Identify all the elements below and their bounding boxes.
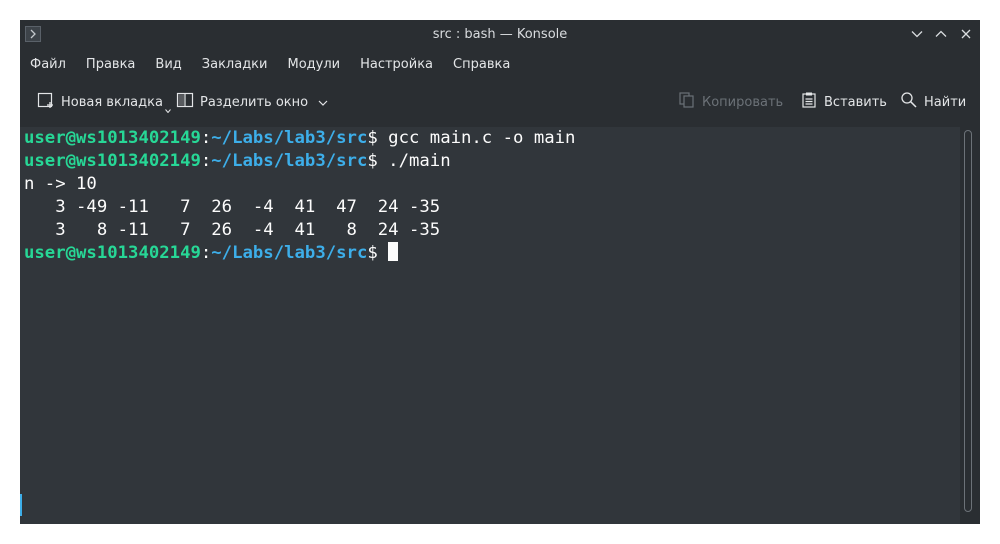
copy-label: Копировать (702, 94, 784, 110)
paste-icon (800, 91, 818, 113)
menu-view[interactable]: Вид (145, 57, 191, 72)
prompt-line: user@ws1013402149:~/Labs/lab3/src$ ./mai… (24, 150, 451, 173)
menu-file[interactable]: Файл (20, 57, 76, 72)
chevron-down-icon (318, 95, 328, 110)
menu-bar: Файл Правка Вид Закладки Модули Настройк… (20, 52, 980, 76)
find-label: Найти (924, 94, 967, 110)
prompt-separator: : (200, 151, 212, 171)
text-cursor (388, 242, 399, 261)
scrollbar-thumb[interactable] (964, 130, 972, 512)
scrollbar[interactable] (960, 127, 980, 524)
prompt-symbol: $ (367, 151, 389, 171)
title-bar: src : bash — Konsole (20, 20, 980, 48)
minimize-icon[interactable] (909, 26, 925, 42)
output-line: 3 8 -11 7 26 -4 41 8 24 -35 (24, 220, 441, 240)
paste-label: Вставить (824, 94, 887, 110)
prompt-user: user@ws1013402149 (24, 128, 201, 148)
prompt-symbol: $ (367, 128, 389, 148)
new-tab-button[interactable]: Новая вкладка (37, 86, 175, 118)
konsole-window: src : bash — Konsole Файл Правка Вид Зак… (20, 20, 980, 524)
menu-edit[interactable]: Правка (76, 57, 145, 72)
menu-plugins[interactable]: Модули (277, 57, 350, 72)
command-text: ./main (388, 151, 451, 171)
prompt-line: user@ws1013402149:~/Labs/lab3/src$ (24, 242, 399, 265)
close-icon[interactable] (958, 26, 974, 42)
maximize-icon[interactable] (933, 26, 949, 42)
command-text: gcc main.c -o main (388, 128, 576, 148)
prompt-path: ~/Labs/lab3/src (211, 243, 368, 263)
split-view-button[interactable]: Разделить окно (176, 86, 328, 118)
paste-button[interactable]: Вставить (800, 86, 887, 118)
output-line: 3 -49 -11 7 26 -4 41 47 24 -35 (24, 197, 441, 217)
menu-help[interactable]: Справка (443, 57, 520, 72)
prompt-path: ~/Labs/lab3/src (211, 128, 368, 148)
search-icon (900, 91, 918, 113)
copy-icon (678, 91, 696, 113)
menu-bookmarks[interactable]: Закладки (192, 57, 278, 72)
split-view-icon (176, 91, 194, 113)
prompt-user: user@ws1013402149 (24, 243, 201, 263)
new-tab-label: Новая вкладка (61, 94, 163, 110)
prompt-user: user@ws1013402149 (24, 151, 201, 171)
output-line: n -> 10 (24, 174, 97, 194)
toolbar: Новая вкладка Разделить окно Копировать (20, 86, 980, 118)
new-tab-icon (37, 91, 55, 113)
split-view-label: Разделить окно (200, 94, 309, 110)
copy-button[interactable]: Копировать (678, 86, 783, 118)
prompt-symbol: $ (367, 243, 389, 263)
prompt-line: user@ws1013402149:~/Labs/lab3/src$ gcc m… (24, 127, 575, 150)
app-icon[interactable] (25, 26, 41, 42)
menu-settings[interactable]: Настройка (350, 57, 443, 72)
chevron-down-icon (165, 102, 171, 117)
prompt-separator: : (200, 128, 212, 148)
focus-indicator (20, 494, 22, 516)
prompt-path: ~/Labs/lab3/src (211, 151, 368, 171)
terminal-output[interactable]: user@ws1013402149:~/Labs/lab3/src$ gcc m… (20, 127, 960, 524)
find-button[interactable]: Найти (900, 86, 966, 118)
prompt-separator: : (200, 243, 212, 263)
window-title: src : bash — Konsole (432, 26, 568, 42)
